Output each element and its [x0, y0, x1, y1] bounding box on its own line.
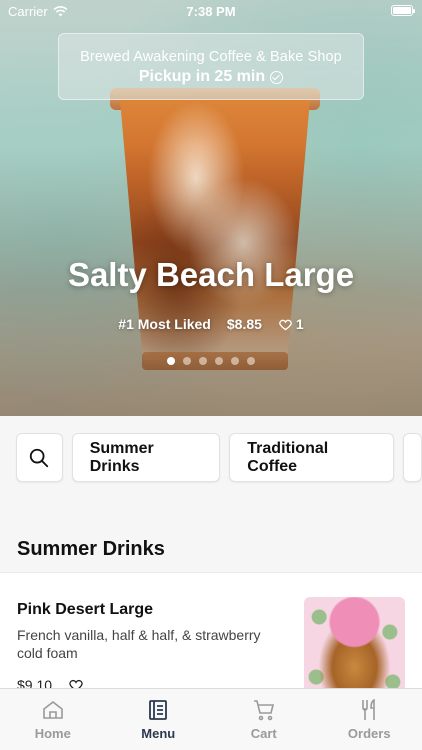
tab-orders[interactable]: Orders	[317, 689, 422, 750]
tab-label: Home	[34, 726, 71, 741]
tab-cart[interactable]: Cart	[211, 689, 317, 750]
item-image	[304, 597, 405, 697]
tab-home[interactable]: Home	[0, 689, 106, 750]
rank-label: #1 Most Liked	[118, 316, 211, 332]
battery-icon	[391, 5, 415, 16]
section-title: Summer Drinks	[17, 538, 165, 560]
chip-summer-drinks[interactable]: Summer Drinks	[71, 433, 221, 482]
home-icon	[42, 700, 63, 719]
chip-traditional-coffee[interactable]: Traditional Coffee	[229, 433, 394, 482]
menu-icon	[149, 700, 168, 720]
item-name: Pink Desert Large	[17, 601, 154, 618]
featured-drink-hero[interactable]: Brewed Awakening Coffee & Bake Shop Pick…	[0, 0, 422, 416]
likes[interactable]: 1	[278, 316, 304, 332]
clock: 7:38 PM	[186, 4, 236, 19]
tab-menu[interactable]: Menu	[106, 689, 212, 750]
carousel-dots[interactable]	[0, 357, 422, 365]
tab-label: Cart	[250, 726, 277, 741]
heart-icon	[279, 319, 292, 330]
tab-label: Orders	[347, 726, 391, 741]
carousel-dot[interactable]	[199, 357, 207, 365]
utensils-icon	[362, 698, 376, 720]
featured-drink-meta: #1 Most Liked $8.85 1	[0, 316, 422, 332]
item-description: French vanilla, half & half, & strawberr…	[17, 627, 261, 661]
cart-icon	[253, 700, 274, 721]
carousel-dot[interactable]	[183, 357, 191, 365]
likes-count: 1	[295, 316, 304, 332]
status-bar: Carrier 7:38 PM	[0, 0, 422, 22]
check-circle-icon	[270, 70, 284, 84]
chip-more[interactable]	[402, 433, 422, 482]
search-button[interactable]	[16, 433, 63, 482]
price-label: $8.85	[226, 316, 262, 332]
carousel-dot[interactable]	[215, 357, 223, 365]
carousel-dot[interactable]	[167, 357, 175, 365]
tab-bar: Home Menu Cart Orders	[0, 688, 422, 750]
tab-label: Menu	[141, 726, 176, 741]
featured-drink-name: Salty Beach Large	[67, 256, 355, 293]
category-filter-row: Summer Drinks Traditional Coffee	[16, 433, 422, 482]
search-icon	[30, 448, 49, 467]
pickup-time: Pickup in 25 min	[59, 68, 363, 86]
shop-name: Brewed Awakening Coffee & Bake Shop	[80, 49, 342, 65]
menu-item[interactable]: Pink Desert Large French vanilla, half &…	[0, 572, 422, 697]
carousel-dot[interactable]	[247, 357, 255, 365]
store-pickup-banner[interactable]: Brewed Awakening Coffee & Bake Shop Pick…	[58, 33, 364, 100]
carousel-dot[interactable]	[231, 357, 239, 365]
